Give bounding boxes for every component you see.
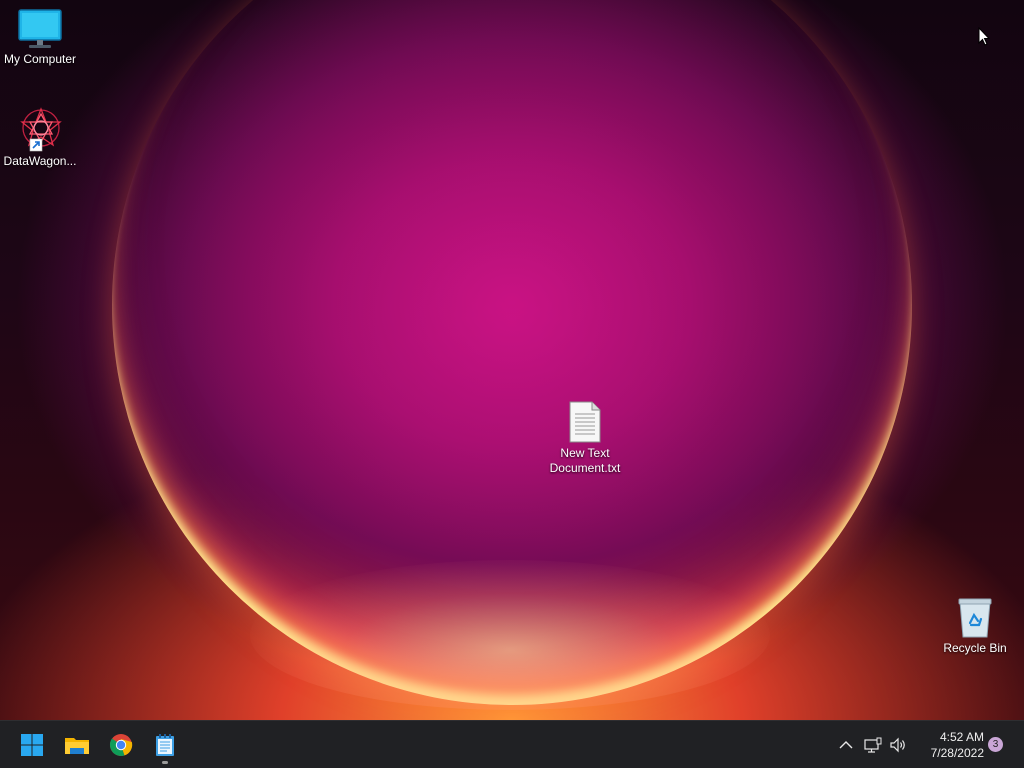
clock-time: 4:52 AM [939,730,984,744]
volume-icon [890,737,905,753]
recycle-bin-icon [958,598,992,638]
taskbar-file-explorer-button[interactable] [57,725,97,765]
desktop: My Computer DataWagon... New Text Docume… [0,0,1024,720]
text-document-icon [569,401,601,443]
windows-start-icon [21,734,43,756]
monitor-icon [18,9,62,48]
notepad-icon [156,734,174,756]
notification-badge[interactable]: 3 [988,737,1003,752]
desktop-icon-label-line2: Document.txt [549,461,621,475]
clock[interactable]: 4:52 AM 7/28/2022 [912,729,984,761]
clock-date: 7/28/2022 [930,746,984,760]
desktop-icon-my-computer[interactable]: My Computer [0,8,80,67]
desktop-icon-label-line1: New Text [560,446,610,460]
datawagon-shortcut-icon [20,107,62,152]
desktop-icon-label: Recycle Bin [943,641,1007,655]
volume-button[interactable] [886,733,910,757]
desktop-icon-label: DataWagon... [3,154,77,168]
desktop-icon-label: My Computer [3,52,77,66]
active-indicator [162,761,168,764]
desktop-icon-new-text-document[interactable]: New Text Document.txt [545,400,625,476]
folder-icon [65,738,89,754]
wallpaper-glow [250,560,770,710]
chrome-icon [109,734,133,756]
desktop-icon-recycle-bin[interactable]: Recycle Bin [935,597,1015,656]
desktop-icon-datawagon[interactable]: DataWagon... [0,106,80,169]
chevron-up-icon [839,741,853,749]
start-button[interactable] [12,725,52,765]
taskbar-chrome-button[interactable] [101,725,141,765]
mouse-cursor-icon [978,27,990,46]
taskbar-notepad-button[interactable] [145,725,185,765]
network-icon [864,737,882,753]
network-button[interactable] [861,733,885,757]
taskbar: 4:52 AM 7/28/2022 3 [0,720,1024,768]
show-hidden-icons-button[interactable] [834,733,858,757]
